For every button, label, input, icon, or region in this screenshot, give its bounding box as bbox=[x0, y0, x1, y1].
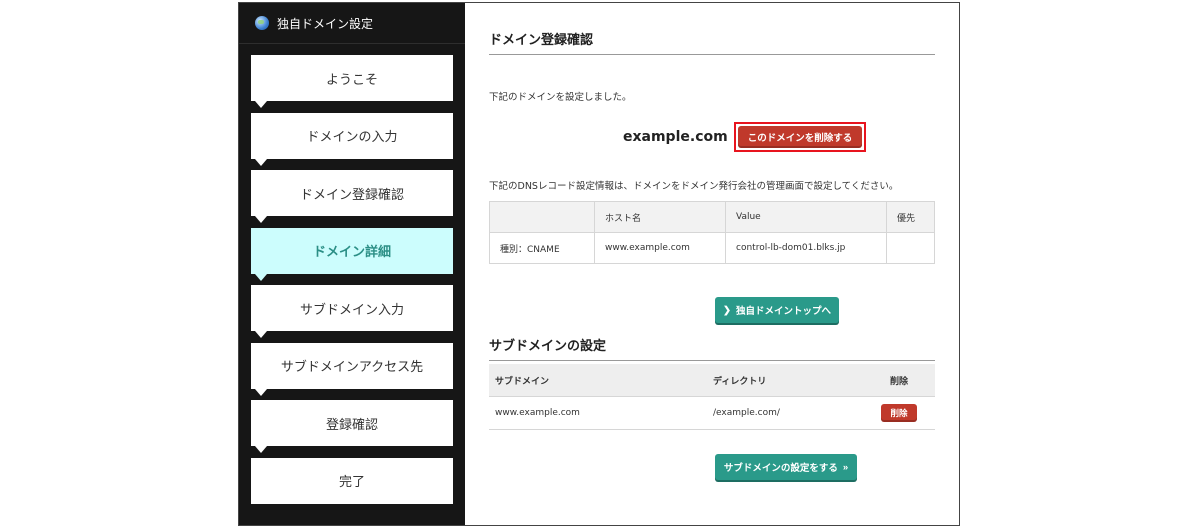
step-domain-detail[interactable]: ドメイン詳細 bbox=[251, 227, 453, 281]
table-row: 種別：CNAME www.example.com control-lb-dom0… bbox=[489, 232, 935, 264]
table-cell: /example.com/ bbox=[707, 396, 863, 430]
table-header-cell: サブドメイン bbox=[489, 364, 707, 397]
add-subdomain-button-label: サブドメインの設定をする bbox=[723, 463, 838, 474]
dns-record-table: ホスト名 Value 優先 種別：CNAME www.example.com c… bbox=[489, 201, 935, 264]
table-row: www.example.com /example.com/ 削除 bbox=[489, 396, 935, 430]
table-header-cell: Value bbox=[725, 201, 887, 233]
table-header-cell bbox=[489, 201, 595, 233]
step-complete[interactable]: 完了 bbox=[251, 457, 453, 504]
table-header-cell: 優先 bbox=[886, 201, 935, 233]
step-register-confirm[interactable]: 登録確認 bbox=[251, 400, 453, 453]
step-domain-input[interactable]: ドメインの入力 bbox=[251, 112, 453, 166]
sidebar-header: 独自ドメイン設定 bbox=[239, 3, 465, 44]
delete-highlight-box: このドメインを削除する bbox=[733, 122, 867, 152]
domain-name: example.com bbox=[623, 129, 728, 145]
sidebar-title: 独自ドメイン設定 bbox=[277, 16, 374, 31]
app-window: 独自ドメイン設定 ようこそ ドメインの入力 ドメイン登録確認 ドメイン詳細 サブ… bbox=[238, 2, 960, 526]
table-cell bbox=[886, 232, 935, 264]
table-header-row: ホスト名 Value 優先 bbox=[489, 201, 935, 233]
domain-row: example.com このドメインを削除する bbox=[623, 122, 867, 152]
add-subdomain-button[interactable]: サブドメインの設定をする » bbox=[715, 454, 857, 480]
step-domain-confirm[interactable]: ドメイン登録確認 bbox=[251, 170, 453, 223]
table-cell: www.example.com bbox=[489, 396, 707, 430]
chevron-right-icon: ❯ bbox=[723, 304, 731, 316]
table-cell: 種別：CNAME bbox=[489, 232, 595, 264]
table-header-cell: ディレクトリ bbox=[707, 364, 863, 397]
main-panel: ドメイン登録確認 下記のドメインを設定しました。 example.com このド… bbox=[465, 3, 959, 525]
table-header-cell: 削除 bbox=[863, 364, 935, 397]
step-welcome[interactable]: ようこそ bbox=[251, 55, 453, 108]
subdomain-table: サブドメイン ディレクトリ 削除 www.example.com /exampl… bbox=[489, 364, 935, 430]
domain-top-button-label: 独自ドメイントップへ bbox=[735, 306, 831, 317]
subdomain-heading: サブドメインの設定 bbox=[489, 335, 935, 361]
table-cell: control-lb-dom01.blks.jp bbox=[725, 232, 887, 264]
double-chevron-right-icon: » bbox=[842, 461, 849, 473]
table-header-row: サブドメイン ディレクトリ 削除 bbox=[489, 364, 935, 397]
step-subdomain-input[interactable]: サブドメイン入力 bbox=[251, 285, 453, 338]
intro-text: 下記のドメインを設定しました。 bbox=[489, 92, 632, 103]
table-cell: www.example.com bbox=[594, 232, 726, 264]
step-list: ようこそ ドメインの入力 ドメイン登録確認 ドメイン詳細 サブドメイン入力 サブ… bbox=[251, 55, 453, 515]
globe-icon bbox=[255, 16, 269, 30]
delete-subdomain-button[interactable]: 削除 bbox=[881, 404, 917, 422]
dns-note: 下記のDNSレコード設定情報は、ドメインをドメイン発行会社の管理画面で設定してく… bbox=[489, 181, 899, 192]
table-header-cell: ホスト名 bbox=[594, 201, 726, 233]
domain-top-button[interactable]: ❯ 独自ドメイントップへ bbox=[715, 297, 839, 323]
sidebar: 独自ドメイン設定 ようこそ ドメインの入力 ドメイン登録確認 ドメイン詳細 サブ… bbox=[239, 3, 465, 525]
table-cell: 削除 bbox=[863, 396, 935, 430]
delete-domain-button[interactable]: このドメインを削除する bbox=[737, 126, 863, 148]
step-subdomain-access[interactable]: サブドメインアクセス先 bbox=[251, 342, 453, 396]
page-title: ドメイン登録確認 bbox=[489, 29, 935, 55]
